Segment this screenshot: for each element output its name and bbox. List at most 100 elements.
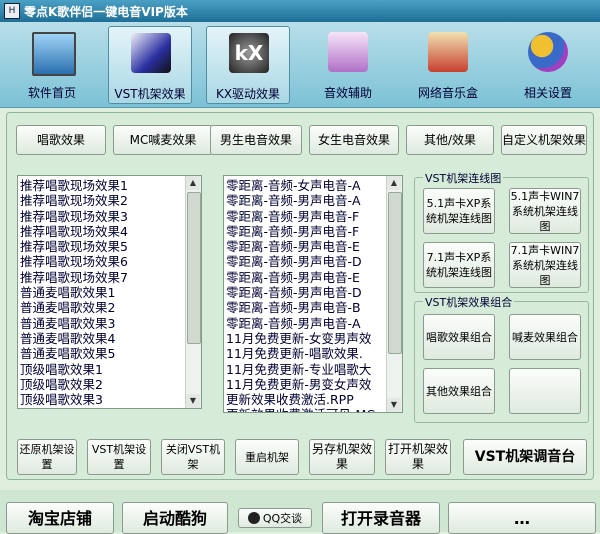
tab-other-effect[interactable]: 其他/效果 [406, 125, 494, 155]
list-item[interactable]: 普通麦唱歌效果1 [20, 285, 185, 300]
sing-combo-button[interactable]: 唱歌效果组合 [423, 314, 495, 360]
launch-kugou-button[interactable]: 启动酷狗 [122, 502, 228, 534]
tab-sing-effect[interactable]: 唱歌效果 [16, 125, 106, 155]
list-item[interactable]: 推荐唱歌现场效果2 [20, 193, 185, 208]
gears-icon [528, 32, 568, 72]
list-item[interactable]: 零距离-音频-男声电音-F [226, 209, 386, 224]
list-item[interactable]: 更新效果收费激活.RPP [226, 392, 386, 407]
list-item[interactable]: 零距离-音频-男声电音-B [226, 300, 386, 315]
list-item[interactable]: 11月免费更新-专业唱歌大 [226, 362, 386, 377]
tab-female-electro[interactable]: 女生电音效果 [309, 125, 399, 155]
qq-chat-button[interactable]: QQ交谈 [238, 508, 312, 528]
list-item[interactable]: 推荐唱歌现场效果5 [20, 239, 185, 254]
list-item[interactable]: 顶级唱歌效果1 [20, 362, 185, 377]
left-list-scrollbar[interactable]: ▲ ▼ [185, 176, 201, 408]
save-rack-effect-button[interactable]: 另存机架效果 [309, 439, 375, 475]
list-item[interactable]: 推荐唱歌现场效果3 [20, 209, 185, 224]
app-icon: H [4, 3, 20, 19]
vst-combo-group: VST机架效果组合 唱歌效果组合 喊麦效果组合 其他效果组合 [414, 294, 589, 423]
window-title: 零点K歌伴侣一键电音VIP版本 [24, 5, 188, 19]
toolbar-music-box[interactable]: 网络音乐盒 [406, 26, 490, 104]
list-item[interactable]: 推荐唱歌现场效果4 [20, 224, 185, 239]
vst-mixer-button[interactable]: VST机架调音台 [463, 439, 587, 475]
list-item[interactable]: 更新效果收费激活可见-MC [226, 407, 386, 412]
vst-wiring-group: VST机架连线图 5.1声卡XP系统机架连线图 5.1声卡WIN7系统机架连线图… [414, 170, 589, 293]
toolbar-kx[interactable]: kX KX驱动效果 [206, 26, 290, 104]
list-item[interactable]: 顶级唱歌效果3 [20, 392, 185, 407]
youtube-box-icon [428, 32, 468, 72]
list-item[interactable]: 普通麦唱歌效果5 [20, 346, 185, 361]
scroll-thumb[interactable] [187, 192, 201, 344]
other-combo-button[interactable]: 其他效果组合 [423, 368, 495, 414]
toolbar-effects-label: 音效辅助 [323, 86, 372, 100]
vst-rack-settings-button[interactable]: VST机架设置 [87, 439, 151, 475]
list-item[interactable]: 零距离-音频-男声电音-E [226, 270, 386, 285]
list-item[interactable]: 顶级唱歌效果2 [20, 377, 185, 392]
list-item[interactable]: 零距离-音频-男声电音-D [226, 254, 386, 269]
bottom-bar: 淘宝店铺 启动酷狗 QQ交谈 打开录音器 … [0, 490, 600, 534]
restore-rack-button[interactable]: 还原机架设置 [17, 439, 77, 475]
sing-effect-list[interactable]: 推荐唱歌现场效果1 推荐唱歌现场效果2 推荐唱歌现场效果3 推荐唱歌现场效果4 推荐唱歌… [17, 175, 202, 409]
xp-71-wiring-button[interactable]: 7.1声卡XP系统机架连线图 [423, 242, 495, 288]
scroll-down-icon[interactable]: ▼ [387, 398, 401, 412]
qq-chat-label: QQ交谈 [262, 511, 303, 525]
earphone-icon [328, 32, 368, 72]
tab-custom-rack[interactable]: 自定义机架效果 [501, 125, 587, 155]
list-item[interactable]: 11月免费更新-唱歌效果. [226, 346, 386, 361]
vst-effects-panel: 唱歌效果 MC喊麦效果 男生电音效果 女生电音效果 其他/效果 自定义机架效果 … [6, 112, 594, 480]
toolbar-home-label: 软件首页 [27, 86, 76, 100]
electro-preset-list-rows: 零距离-音频-女声电音-A 零距离-音频-男声电音-A 零距离-音频-男声电音-F 零… [226, 178, 386, 412]
list-item[interactable]: 零距离-音频-男声电音-A [226, 193, 386, 208]
tab-male-electro[interactable]: 男生电音效果 [210, 125, 302, 155]
monitor-icon [32, 32, 76, 76]
electro-preset-list[interactable]: 零距离-音频-女声电音-A 零距离-音频-男声电音-A 零距离-音频-男声电音-F 零… [223, 175, 403, 413]
vst-combo-group-title: VST机架效果组合 [423, 294, 515, 310]
mc-combo-button[interactable]: 喊麦效果组合 [509, 314, 581, 360]
main-toolbar: 软件首页 VST机架效果 kX KX驱动效果 音效辅助 网络音乐盒 相关设置 [0, 22, 600, 108]
list-item[interactable]: 普通麦唱歌效果2 [20, 300, 185, 315]
list-item[interactable]: 11月免费更新-男变女声效 [226, 377, 386, 392]
list-item[interactable]: 零距离-音频-男声电音-D [226, 285, 386, 300]
bottom-right-button[interactable]: … [448, 502, 596, 534]
list-item[interactable]: 普通麦唱歌效果3 [20, 316, 185, 331]
scroll-thumb[interactable] [388, 192, 402, 354]
title-bar[interactable]: H 零点K歌伴侣一键电音VIP版本 [0, 0, 600, 22]
close-vst-rack-button[interactable]: 关闭VST机架 [161, 439, 225, 475]
tab-mc-effect[interactable]: MC喊麦效果 [113, 125, 213, 155]
sing-effect-list-rows: 推荐唱歌现场效果1 推荐唱歌现场效果2 推荐唱歌现场效果3 推荐唱歌现场效果4 推荐唱歌… [20, 178, 185, 408]
list-item[interactable]: 推荐唱歌现场效果1 [20, 178, 185, 193]
win7-71-wiring-button[interactable]: 7.1声卡WIN7系统机架连线图 [509, 242, 581, 288]
list-item[interactable]: 零距离-音频-女声电音-A [226, 178, 386, 193]
list-item[interactable]: 零距离-音频-男声电音-A [226, 316, 386, 331]
list-item[interactable]: 零距离-音频-男声电音-E [226, 239, 386, 254]
list-item[interactable]: 11月免费更新-女变男声效 [226, 331, 386, 346]
toolbar-settings[interactable]: 相关设置 [506, 26, 590, 104]
taobao-store-button[interactable]: 淘宝店铺 [6, 502, 114, 534]
toolbar-music-box-label: 网络音乐盒 [417, 86, 478, 100]
toolbar-vst-label: VST机架效果 [114, 87, 186, 101]
scroll-up-icon[interactable]: ▲ [387, 176, 401, 190]
toolbar-kx-label: KX驱动效果 [215, 87, 281, 101]
xp-51-wiring-button[interactable]: 5.1声卡XP系统机架连线图 [423, 188, 495, 234]
vst-wiring-group-title: VST机架连线图 [423, 170, 504, 186]
list-item[interactable]: 零距离-音频-男声电音-F [226, 224, 386, 239]
restart-rack-button[interactable]: 重启机架 [235, 439, 299, 475]
toolbar-settings-label: 相关设置 [523, 86, 572, 100]
empty-combo-button[interactable] [509, 368, 581, 414]
qq-penguin-icon [247, 512, 260, 524]
scroll-up-icon[interactable]: ▲ [186, 176, 200, 190]
list-item[interactable]: 顶级唱歌效果4 [20, 407, 185, 408]
toolbar-effects[interactable]: 音效辅助 [306, 26, 390, 104]
kx-logo-icon: kX [229, 33, 269, 73]
win7-51-wiring-button[interactable]: 5.1声卡WIN7系统机架连线图 [509, 188, 581, 234]
scroll-down-icon[interactable]: ▼ [186, 394, 200, 408]
vst-logo-icon [131, 33, 171, 73]
mid-list-scrollbar[interactable]: ▲ ▼ [386, 176, 402, 412]
list-item[interactable]: 推荐唱歌现场效果7 [20, 270, 185, 285]
toolbar-home[interactable]: 软件首页 [10, 26, 94, 104]
list-item[interactable]: 推荐唱歌现场效果6 [20, 254, 185, 269]
toolbar-vst[interactable]: VST机架效果 [108, 26, 192, 104]
list-item[interactable]: 普通麦唱歌效果4 [20, 331, 185, 346]
open-recorder-button[interactable]: 打开录音器 [322, 502, 440, 534]
open-rack-effect-button[interactable]: 打开机架效果 [385, 439, 451, 475]
